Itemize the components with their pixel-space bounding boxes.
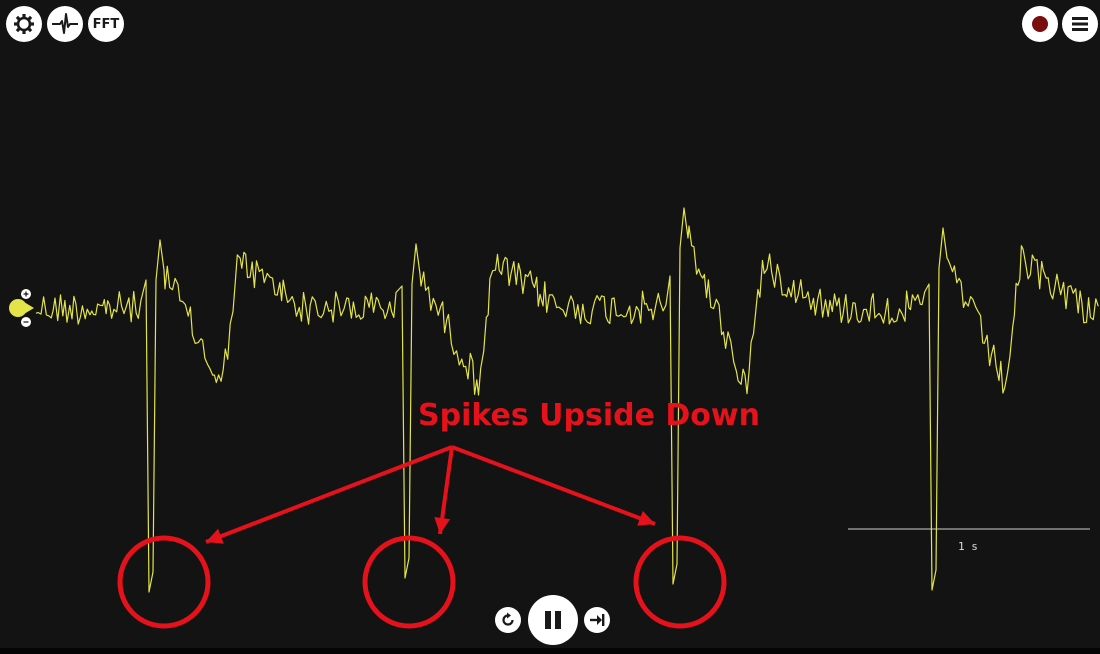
channel-handle[interactable] [9,299,34,317]
pause-icon [545,611,561,629]
skip-forward-icon [590,614,605,626]
annotation-label: Spikes Upside Down [418,398,760,433]
annotation-arrows [205,445,656,544]
rewind-icon [502,612,514,626]
pause-button[interactable] [528,595,578,645]
signal-display [9,207,1099,629]
timescale-label: 1 s [958,540,978,553]
rewind-button[interactable] [495,607,521,633]
zoom-in-button[interactable] [21,289,31,299]
annotation-circle [633,535,727,629]
annotation-arrow-line [451,445,656,526]
bottom-strip [0,648,1100,654]
forward-button[interactable] [584,607,610,633]
zoom-out-button[interactable] [21,317,31,327]
annotation-arrow-line [205,445,453,544]
annotation-circle [117,535,211,629]
